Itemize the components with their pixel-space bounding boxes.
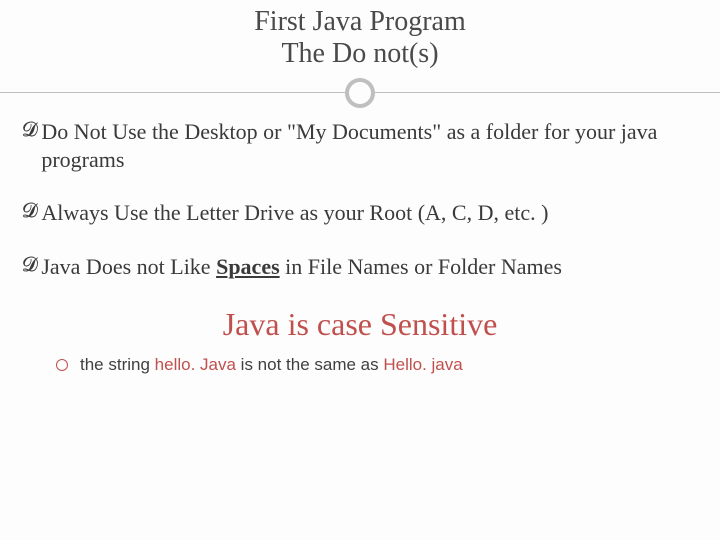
bullet-glyph-icon: 𝓓 [22,199,37,223]
sub-bullet-text: the string hello. Java is not the same a… [80,355,698,375]
title-line-1: First Java Program [0,6,720,38]
title-divider [0,76,720,110]
callout-text: Java is case Sensitive [22,306,698,343]
bullet-text: Do Not Use the Desktop or "My Documents"… [41,118,698,173]
sub-accent-a: hello. Java [155,355,236,374]
bullet-text-post: in File Names or Folder Names [280,254,562,279]
sub-bullet-item: the string hello. Java is not the same a… [22,355,698,375]
slide-title: First Java Program The Do not(s) [0,0,720,70]
bullet-item: 𝓓 Java Does not Like Spaces in File Name… [22,253,698,281]
content-area: 𝓓 Do Not Use the Desktop or "My Document… [0,110,720,375]
sub-pre: the string [80,355,155,374]
title-line-2: The Do not(s) [0,38,720,70]
bullet-text: Always Use the Letter Drive as your Root… [41,199,698,227]
bullet-text: Java Does not Like Spaces in File Names … [41,253,698,281]
slide: First Java Program The Do not(s) 𝓓 Do No… [0,0,720,540]
divider-circle-icon [345,78,375,108]
bullet-glyph-icon: 𝓓 [22,253,37,277]
sub-mid: is not the same as [236,355,383,374]
bullet-text-pre: Java Does not Like [41,254,216,279]
ring-bullet-icon [56,359,68,371]
bullet-item: 𝓓 Do Not Use the Desktop or "My Document… [22,118,698,173]
sub-accent-b: Hello. java [383,355,462,374]
bullet-emphasis: Spaces [216,254,280,279]
bullet-glyph-icon: 𝓓 [22,118,37,142]
bullet-item: 𝓓 Always Use the Letter Drive as your Ro… [22,199,698,227]
